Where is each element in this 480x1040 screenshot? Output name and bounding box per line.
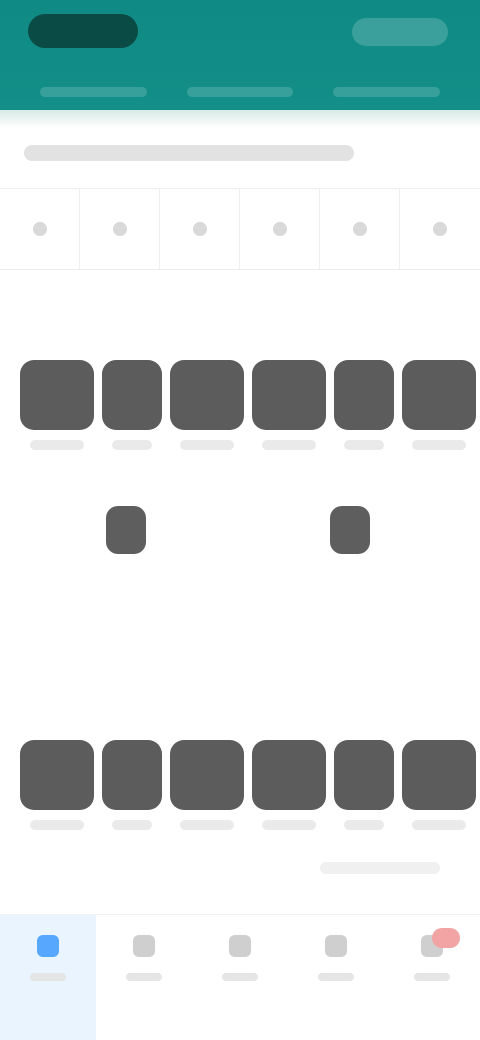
tile[interactable]: [170, 360, 244, 430]
tile[interactable]: [402, 740, 476, 810]
header-action-button[interactable]: [352, 18, 448, 46]
header-tabs: [0, 74, 480, 110]
tab-1[interactable]: [40, 87, 147, 97]
date-dot: [112, 222, 127, 236]
tile-row-2-labels: [20, 820, 466, 830]
date-cell[interactable]: [0, 189, 80, 269]
date-cell[interactable]: [320, 189, 400, 269]
date-cell[interactable]: [240, 189, 320, 269]
nav-item-user[interactable]: [288, 915, 384, 1040]
tile-row-2: [20, 740, 476, 810]
tile[interactable]: [252, 360, 326, 430]
mini-button-right[interactable]: [330, 506, 370, 554]
chart-icon: [229, 935, 251, 957]
date-strip: [0, 188, 480, 270]
tile[interactable]: [334, 360, 394, 430]
section-title: [24, 145, 354, 161]
tile-label: [30, 440, 84, 450]
nav-label: [30, 973, 66, 981]
tile[interactable]: [334, 740, 394, 810]
header-shadow: [0, 110, 480, 128]
nav-label: [414, 973, 450, 981]
date-dot: [352, 222, 367, 236]
alert-badge: [432, 928, 460, 948]
tile-label: [344, 820, 384, 830]
nav-item-home[interactable]: [0, 915, 96, 1040]
app-header: [0, 0, 480, 110]
tile-label: [30, 820, 84, 830]
bottom-nav: [0, 914, 480, 1040]
date-cell[interactable]: [80, 189, 160, 269]
mini-button-left[interactable]: [106, 506, 146, 554]
date-cell[interactable]: [400, 189, 480, 269]
tile-label: [180, 820, 234, 830]
nav-item-calendar[interactable]: [96, 915, 192, 1040]
tile[interactable]: [402, 360, 476, 430]
tile-label: [262, 440, 316, 450]
tile[interactable]: [170, 740, 244, 810]
user-icon: [325, 935, 347, 957]
date-dot: [272, 222, 287, 236]
tab-3[interactable]: [333, 87, 441, 97]
date-dot: [433, 222, 447, 236]
tile-label: [262, 820, 316, 830]
home-icon: [37, 935, 59, 957]
tile[interactable]: [102, 360, 162, 430]
tile[interactable]: [20, 360, 94, 430]
nav-item-chart[interactable]: [192, 915, 288, 1040]
tile[interactable]: [102, 740, 162, 810]
tile-label: [112, 440, 152, 450]
footer-note: [320, 862, 440, 874]
tile[interactable]: [252, 740, 326, 810]
nav-label: [126, 973, 162, 981]
tile-label: [412, 440, 466, 450]
app-logo[interactable]: [28, 14, 138, 48]
nav-label: [222, 973, 258, 981]
date-dot: [32, 222, 47, 236]
tile-label: [344, 440, 384, 450]
tab-2[interactable]: [186, 87, 294, 97]
date-dot: [192, 222, 207, 236]
tile-row-1: [20, 360, 476, 430]
tile-label: [112, 820, 152, 830]
tile[interactable]: [20, 740, 94, 810]
tile-label: [180, 440, 234, 450]
tile-row-1-labels: [20, 440, 466, 450]
nav-label: [318, 973, 354, 981]
tile-label: [412, 820, 466, 830]
calendar-icon: [133, 935, 155, 957]
date-cell[interactable]: [160, 189, 240, 269]
